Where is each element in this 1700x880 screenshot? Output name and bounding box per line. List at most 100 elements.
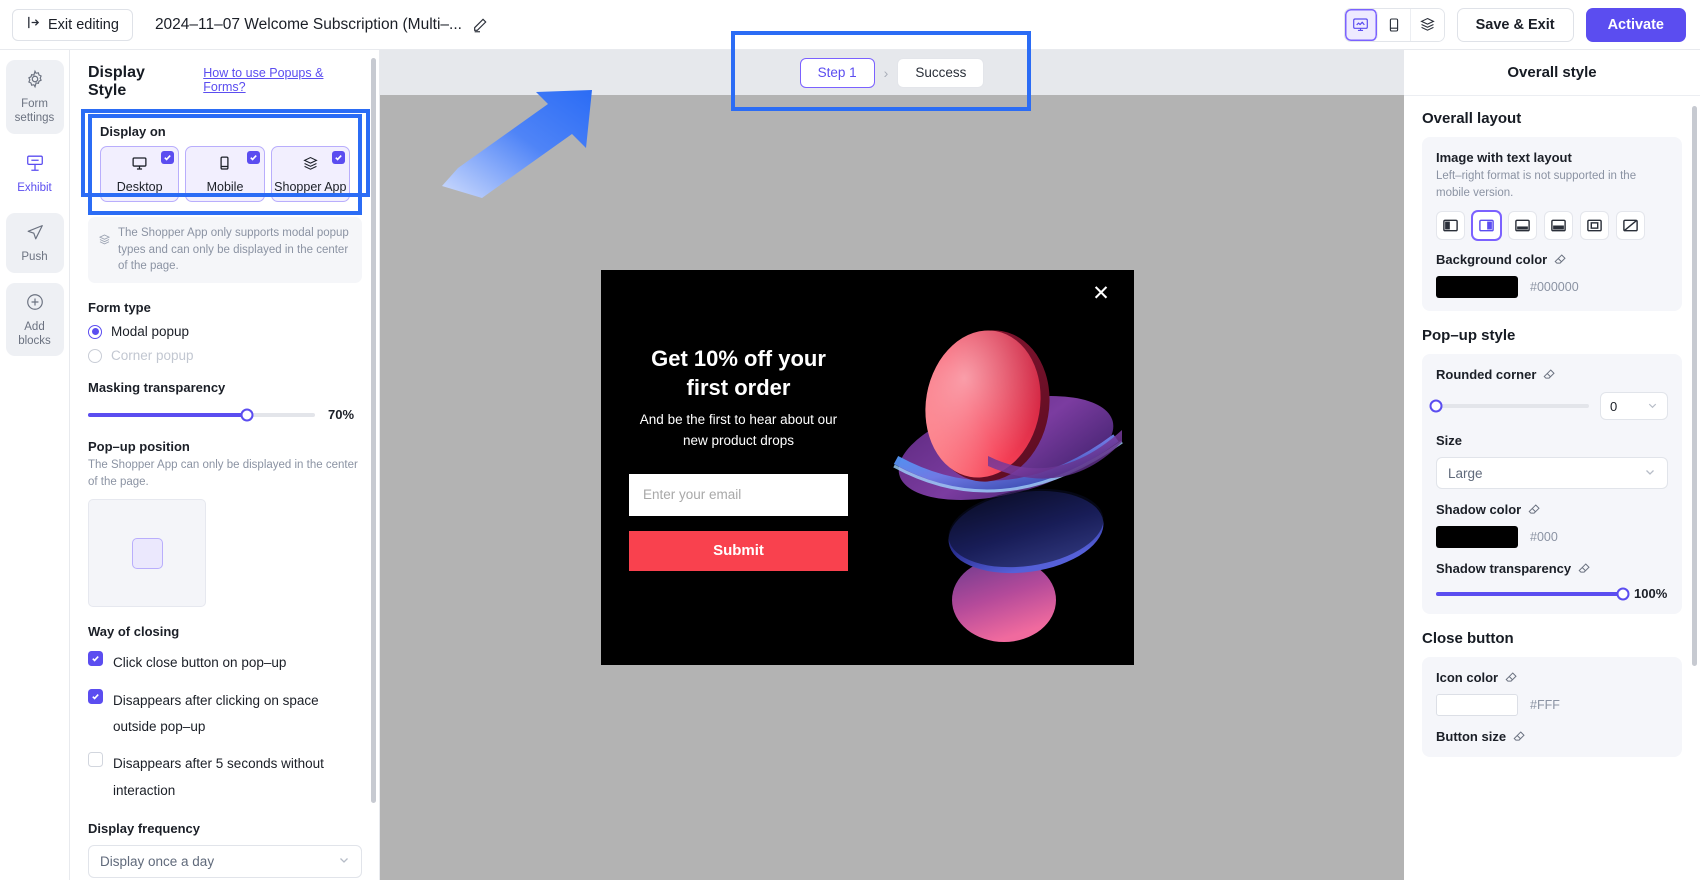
desktop-preview-button[interactable]	[1344, 8, 1378, 41]
close-button-card: Icon color #FFF Button size	[1422, 657, 1682, 758]
masking-slider-track[interactable]	[88, 408, 315, 422]
left-panel-scrollbar[interactable]	[371, 58, 376, 803]
closing-checkbox-close-button[interactable]	[88, 651, 103, 667]
step-separator-icon: ›	[883, 64, 889, 81]
rounded-corner-select[interactable]: 0	[1600, 392, 1668, 421]
image-left-layout-button[interactable]	[1436, 211, 1465, 241]
exit-editing-button[interactable]: Exit editing	[12, 8, 133, 41]
size-select[interactable]: Large	[1436, 457, 1668, 490]
radio-corner-popup[interactable]: Corner popup	[88, 348, 362, 363]
background-color-swatch[interactable]	[1436, 276, 1518, 299]
popup-submit-button[interactable]: Submit	[629, 530, 848, 571]
step-tab-success[interactable]: Success	[897, 57, 985, 88]
rail-item-exhibit[interactable]: Exhibit	[5, 143, 64, 204]
eraser-icon[interactable]	[1578, 562, 1591, 575]
rail-label-push: Push	[21, 251, 48, 264]
mobile-preview-button[interactable]	[1377, 8, 1411, 41]
shadow-transparency-knob[interactable]	[1616, 587, 1630, 601]
closing-checkbox-outside-click[interactable]	[88, 688, 103, 704]
rail-item-form-settings[interactable]: Form settings	[5, 60, 64, 134]
plus-circle-icon	[25, 293, 45, 316]
save-exit-button[interactable]: Save & Exit	[1456, 7, 1574, 42]
masking-slider-value: 70%	[328, 407, 355, 423]
eraser-icon[interactable]	[1543, 368, 1556, 381]
rail-label-form-settings: Form settings	[14, 98, 55, 125]
device-card-shopper-app[interactable]: Shopper App	[270, 146, 350, 202]
size-label: Size	[1436, 433, 1463, 449]
panel-title: Display Style	[88, 64, 145, 99]
eraser-icon[interactable]	[1513, 730, 1526, 743]
eraser-icon[interactable]	[1505, 671, 1518, 684]
closing-option-outside-click[interactable]: Disappears after clicking on space outsi…	[88, 688, 362, 741]
help-link[interactable]: How to use Popups & Forms?	[203, 66, 362, 94]
device-label-shopper-app: Shopper App	[274, 179, 347, 194]
layout-options	[1436, 211, 1668, 241]
rounded-corner-knob[interactable]	[1429, 399, 1443, 413]
shopper-app-preview-button[interactable]	[1410, 8, 1444, 41]
display-style-panel: Display Style How to use Popups & Forms?…	[70, 50, 380, 880]
right-panel-scrollbar[interactable]	[1692, 106, 1697, 666]
rail-item-add-blocks[interactable]: Add blocks	[5, 282, 64, 357]
eraser-icon[interactable]	[1528, 503, 1541, 516]
masking-slider-knob[interactable]	[240, 408, 254, 422]
display-frequency-select[interactable]: Display once a day	[88, 844, 362, 878]
overall-layout-card: Image with text layout Left–right format…	[1422, 137, 1682, 312]
closing-label-close-button: Click close button on pop–up	[113, 655, 287, 671]
rounded-corner-track[interactable]	[1429, 399, 1589, 413]
device-card-mobile[interactable]: Mobile	[185, 146, 265, 202]
shadow-color-swatch[interactable]	[1436, 526, 1518, 549]
no-image-layout-button[interactable]	[1616, 211, 1645, 241]
device-checkbox-desktop[interactable]	[161, 151, 175, 164]
step-tab-step1[interactable]: Step 1	[799, 57, 875, 88]
step-navigation: Step 1 › Success	[380, 50, 1404, 95]
radio-corner-popup-control[interactable]	[88, 348, 102, 363]
closing-option-close-button[interactable]: Click close button on pop–up	[88, 650, 362, 676]
image-top-layout-button[interactable]	[1508, 211, 1537, 241]
device-checkbox-mobile[interactable]	[246, 151, 260, 164]
image-bottom-layout-button[interactable]	[1544, 211, 1573, 241]
eraser-icon[interactable]	[1554, 253, 1567, 266]
overall-style-title: Overall style	[1404, 50, 1700, 96]
image-right-layout-button[interactable]	[1472, 211, 1501, 241]
masking-transparency-slider[interactable]: 70%	[88, 407, 362, 422]
popup-content-column: Get 10% off your first order And be the …	[601, 270, 876, 665]
radio-modal-popup-label: Modal popup	[111, 324, 190, 340]
exit-icon	[26, 15, 41, 34]
edit-pencil-icon[interactable]	[472, 17, 488, 33]
popup-position-center-cell[interactable]	[131, 537, 163, 569]
shadow-transparency-value: 100%	[1634, 586, 1668, 602]
closing-checkbox-timeout[interactable]	[88, 752, 103, 768]
popup-heading: Get 10% off your first order	[651, 346, 826, 401]
preview-canvas: Step 1 › Success Get 10% off your first …	[380, 50, 1404, 880]
display-frequency-label: Display frequency	[88, 820, 200, 836]
rounded-corner-row: 0	[1429, 392, 1668, 421]
device-card-desktop[interactable]: Desktop	[100, 146, 180, 202]
popup-close-button[interactable]: ✕	[1090, 283, 1112, 306]
shadow-transparency-label: Shadow transparency	[1436, 561, 1668, 576]
icon-color-swatch[interactable]	[1436, 694, 1518, 717]
chevron-down-icon	[338, 854, 350, 869]
masking-transparency-label: Masking transparency	[88, 380, 226, 396]
popup-email-input[interactable]: Enter your email	[629, 473, 848, 516]
chevron-down-icon	[1644, 466, 1656, 481]
shadow-color-label: Shadow color	[1436, 502, 1668, 517]
shadow-transparency-track[interactable]	[1436, 587, 1630, 601]
form-type-section: Form type Modal popup Corner popup	[88, 300, 362, 363]
rail-item-push[interactable]: Push	[5, 213, 64, 273]
radio-modal-popup[interactable]: Modal popup	[88, 324, 362, 339]
popup-image-column: ✕	[876, 270, 1134, 665]
activate-button[interactable]: Activate	[1585, 7, 1686, 42]
popup-position-label: Pop–up position	[88, 439, 190, 455]
image-background-layout-button[interactable]	[1580, 211, 1609, 241]
radio-modal-popup-control[interactable]	[88, 324, 102, 339]
device-checkbox-shopper-app[interactable]	[331, 151, 345, 164]
page-title: 2024–11–07 Welcome Subscription (Multi–.…	[154, 15, 462, 33]
top-toolbar: Exit editing 2024–11–07 Welcome Subscrip…	[0, 0, 1700, 50]
closing-option-timeout[interactable]: Disappears after 5 seconds without inter…	[88, 751, 362, 804]
icon-color-label-text: Icon color	[1436, 670, 1499, 686]
image-with-text-layout-label: Image with text layout	[1436, 150, 1572, 165]
button-size-label: Button size	[1436, 729, 1668, 744]
display-frequency-section: Display frequency Display once a day	[88, 821, 362, 878]
masking-slider-fill	[88, 412, 247, 417]
popup-position-grid	[88, 499, 206, 608]
